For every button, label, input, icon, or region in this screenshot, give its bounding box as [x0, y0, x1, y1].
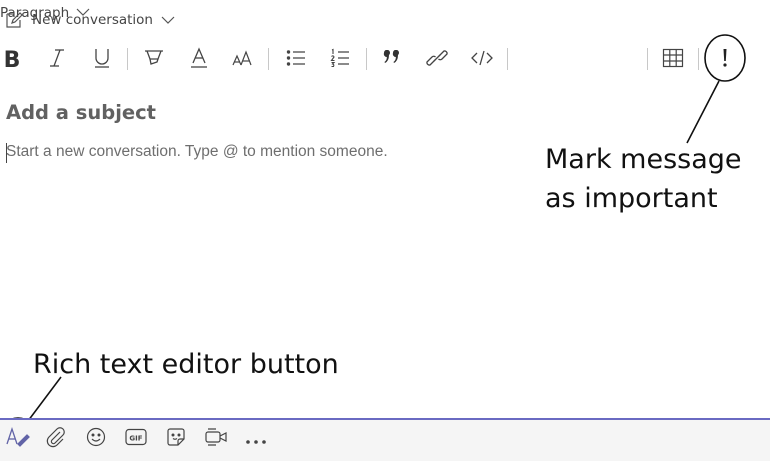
- important-callout-line: [686, 80, 720, 144]
- emoji-button[interactable]: [83, 426, 109, 452]
- meet-now-button[interactable]: [203, 426, 229, 452]
- meet-now-icon: [204, 427, 228, 451]
- sticker-button[interactable]: [163, 426, 189, 452]
- emoji-icon: [86, 427, 106, 451]
- important-annotation-line1: Mark message: [545, 144, 742, 175]
- gif-icon: GIF: [125, 428, 147, 450]
- format-button[interactable]: [5, 426, 31, 452]
- svg-text:GIF: GIF: [129, 434, 142, 442]
- important-annotation-line2: as important: [545, 183, 718, 214]
- important-annotation: Mark message as important: [545, 140, 742, 218]
- important-callout-circle: [704, 34, 746, 82]
- more-options-icon: [245, 430, 267, 449]
- annotation-overlay: [0, 34, 746, 461]
- compose-actions-bar: [0, 418, 770, 461]
- format-icon: [6, 426, 30, 452]
- more-options-button[interactable]: [243, 426, 269, 452]
- sticker-icon: [166, 427, 186, 451]
- attach-button[interactable]: [43, 426, 69, 452]
- attach-icon: [46, 426, 66, 452]
- gif-button[interactable]: GIF: [123, 426, 149, 452]
- rich-text-annotation: Rich text editor button: [33, 349, 339, 380]
